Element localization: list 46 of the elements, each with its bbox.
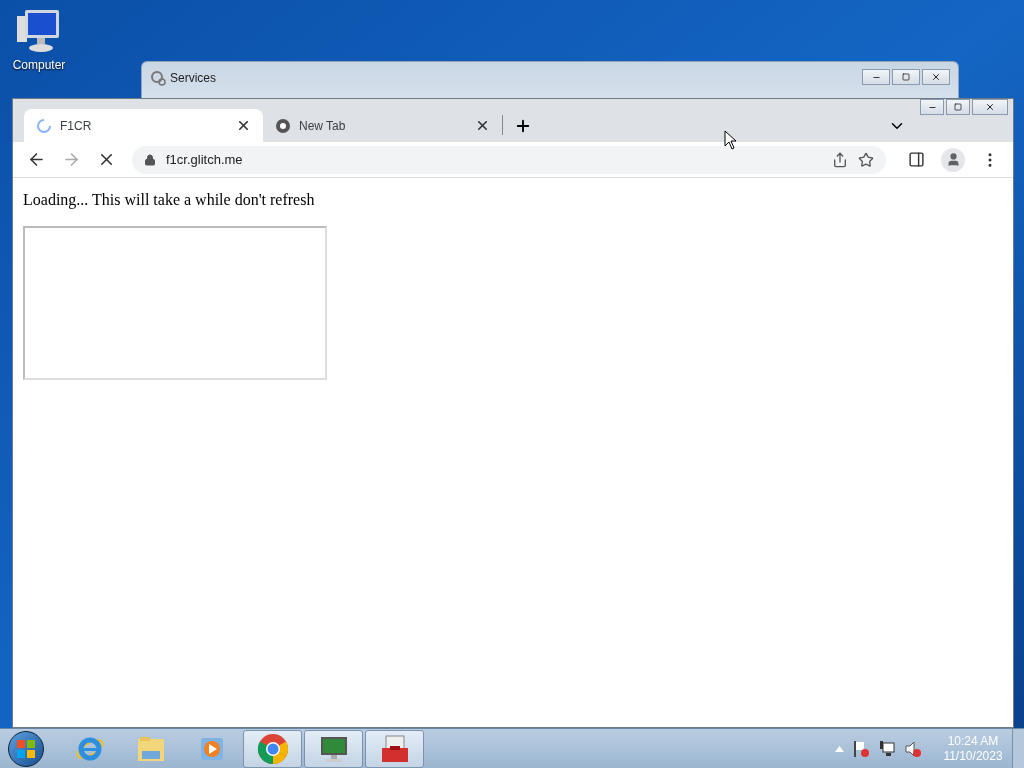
person-icon [945,152,961,167]
loading-message: Loading... This will take a while don't refresh [23,190,316,211]
taskbar-button[interactable] [304,729,363,768]
desktop-icon-label: Computer [12,57,66,74]
gears-icon [150,70,166,86]
close-button[interactable] [972,99,1008,115]
url-text: f1cr.glitch.me [166,150,244,169]
toolbox-icon [379,733,410,764]
lock-icon [144,153,156,166]
cursor-icon [724,130,738,150]
profile-button[interactable] [941,147,965,172]
maximize-button[interactable] [946,99,970,115]
spinner-icon [36,117,52,134]
play-icon [198,735,225,762]
minimize-button[interactable] [862,69,890,85]
star-icon[interactable] [858,151,874,168]
tab-title: F1CR [60,117,93,135]
minimize-button[interactable] [920,99,944,115]
browser-tab[interactable]: New Tab [263,109,502,142]
windows-logo-icon [17,739,35,758]
chrome-icon [256,732,289,765]
close-icon [985,102,995,112]
chrome-icon [275,117,291,134]
close-icon[interactable] [475,118,490,133]
taskbar-button[interactable] [365,729,424,768]
clock-time: 10:24 AM [947,733,999,749]
share-icon[interactable] [832,151,848,168]
start-button[interactable] [8,730,44,767]
maximize-icon [954,103,962,111]
close-icon[interactable] [236,118,251,133]
monitor-icon [318,734,349,763]
taskbar-button[interactable] [243,729,302,768]
window-title: Services [170,70,216,87]
flag-error-icon[interactable] [852,739,870,758]
side-panel-icon[interactable] [908,151,925,168]
address-bar[interactable]: f1cr.glitch.me [132,145,886,174]
network-icon[interactable] [878,739,896,758]
browser-tab[interactable]: F1CR [24,109,263,142]
clock-date: 11/10/2023 [943,748,1003,764]
close-button[interactable] [922,69,950,85]
folder-icon [135,734,166,763]
close-icon [931,72,941,82]
back-icon[interactable] [27,150,46,169]
muted-speaker-icon[interactable] [904,739,922,758]
tab-title: New Tab [299,117,347,135]
maximize-icon [902,73,910,81]
